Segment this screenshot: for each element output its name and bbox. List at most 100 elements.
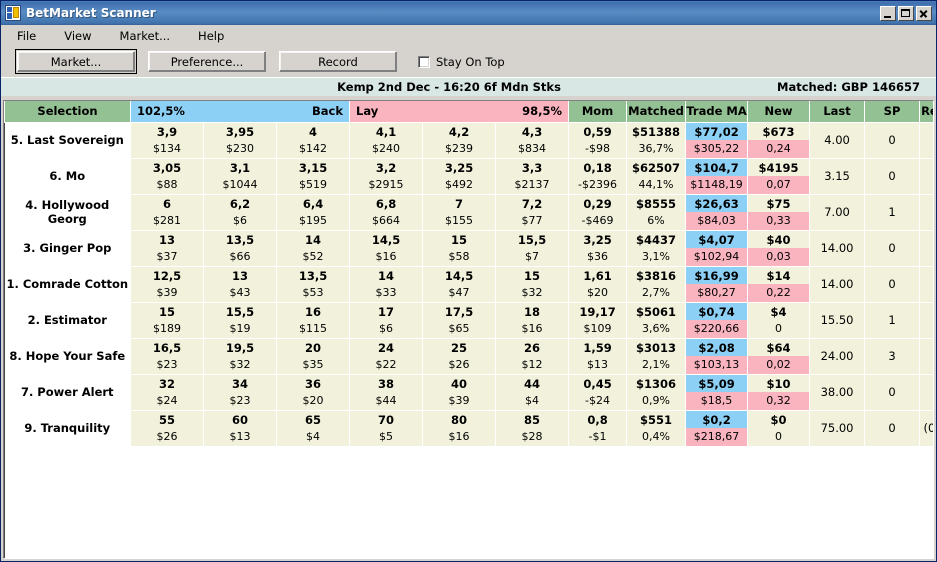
lay-price-cell[interactable]: 4,3 $834: [495, 121, 570, 159]
last-cell[interactable]: 14.00: [809, 229, 866, 267]
lay-price-cell[interactable]: 80 $16: [422, 409, 497, 447]
lay-price-cell[interactable]: 25 $26: [422, 337, 497, 375]
selection-name[interactable]: 5. Last Sovereign: [4, 122, 131, 158]
back-price-cell[interactable]: 13,5 $66: [203, 229, 277, 267]
lay-price-cell[interactable]: 18 $16: [495, 301, 570, 339]
red-fact-cell[interactable]: 3.5%: [919, 373, 933, 411]
header-selection[interactable]: Selection: [4, 101, 131, 123]
mom-cell[interactable]: 0,29 -$469: [568, 193, 628, 231]
lay-price-cell[interactable]: 17,5 $65: [422, 301, 497, 339]
back-price-cell[interactable]: 4 $142: [275, 121, 351, 159]
sp-cell[interactable]: 0: [864, 157, 921, 195]
trade-ma-cell[interactable]: $0,2 $218,67: [685, 409, 749, 447]
header-last[interactable]: Last: [809, 101, 866, 123]
new-cell[interactable]: $40 0,03: [747, 229, 811, 267]
header-matched[interactable]: Matched: [626, 101, 687, 123]
header-back[interactable]: 102,5% Back: [129, 101, 351, 123]
lay-price-cell[interactable]: 15 $58: [422, 229, 497, 267]
lay-price-cell[interactable]: 14,5 $47: [422, 265, 497, 303]
matched-cell[interactable]: $3816 2,7%: [626, 265, 687, 303]
back-price-cell[interactable]: 13 $37: [130, 229, 204, 267]
new-cell[interactable]: $0 0: [747, 409, 811, 447]
red-fact-cell[interactable]: 8.6%: [919, 229, 933, 267]
mom-cell[interactable]: 0,45 -$24: [568, 373, 628, 411]
matched-cell[interactable]: $1306 0,9%: [626, 373, 687, 411]
sp-cell[interactable]: 3: [864, 337, 921, 375]
last-cell[interactable]: 38.00: [809, 373, 866, 411]
red-fact-cell[interactable]: 27.3%: [919, 121, 933, 159]
menu-item-market[interactable]: Market...: [118, 27, 183, 45]
table-row[interactable]: 2. Estimator 15 $189 15,5 $19 16 $115 17 $6 17,5 $…: [4, 301, 933, 339]
sp-cell[interactable]: 1: [864, 301, 921, 339]
last-cell[interactable]: 24.00: [809, 337, 866, 375]
back-price-cell[interactable]: 34 $23: [203, 373, 277, 411]
back-price-cell[interactable]: 6,2 $6: [203, 193, 277, 231]
back-price-cell[interactable]: 60 $13: [203, 409, 277, 447]
matched-cell[interactable]: $8555 6%: [626, 193, 687, 231]
back-price-cell[interactable]: 55 $26: [130, 409, 204, 447]
table-row[interactable]: 1. Comrade Cotton 12,5 $39 13 $43 13,5 $53 14 $3…: [4, 265, 933, 303]
back-price-cell[interactable]: 3,9 $134: [130, 121, 204, 159]
menu-item-view[interactable]: View: [62, 27, 103, 45]
back-price-cell[interactable]: 16,5 $23: [130, 337, 204, 375]
table-row[interactable]: 9. Tranquility 55 $26 60 $13 65 $4 70 $5 80 $16 85 $…: [4, 409, 933, 447]
sp-cell[interactable]: 0: [864, 409, 921, 447]
trade-ma-cell[interactable]: $0,74 $220,66: [685, 301, 749, 339]
selection-name[interactable]: 9. Tranquility: [4, 410, 131, 446]
red-fact-cell[interactable]: 5.0%: [919, 337, 933, 375]
lay-price-cell[interactable]: 85 $28: [495, 409, 570, 447]
new-cell[interactable]: $10 0,32: [747, 373, 811, 411]
last-cell[interactable]: 7.00: [809, 193, 866, 231]
matched-cell[interactable]: $3013 2,1%: [626, 337, 687, 375]
lay-price-cell[interactable]: 70 $5: [349, 409, 424, 447]
lay-price-cell[interactable]: 44 $4: [495, 373, 570, 411]
table-row[interactable]: 5. Last Sovereign 3,9 $134 3,95 $230 4 $142 4,1…: [4, 121, 933, 159]
lay-price-cell[interactable]: 7 $155: [422, 193, 497, 231]
header-sp[interactable]: SP: [864, 101, 921, 123]
trade-ma-cell[interactable]: $77,02 $305,22: [685, 121, 749, 159]
new-cell[interactable]: $75 0,33: [747, 193, 811, 231]
back-price-cell[interactable]: 13,5 $53: [275, 265, 351, 303]
matched-cell[interactable]: $5061 3,6%: [626, 301, 687, 339]
lay-price-cell[interactable]: 15 $32: [495, 265, 570, 303]
lay-price-cell[interactable]: 40 $39: [422, 373, 497, 411]
back-price-cell[interactable]: 14 $52: [275, 229, 351, 267]
mom-cell[interactable]: 1,61 $20: [568, 265, 628, 303]
back-price-cell[interactable]: 6 $281: [130, 193, 204, 231]
lay-price-cell[interactable]: 17 $6: [349, 301, 424, 339]
new-cell[interactable]: $64 0,02: [747, 337, 811, 375]
lay-price-cell[interactable]: 7,2 $77: [495, 193, 570, 231]
back-price-cell[interactable]: 19,5 $32: [203, 337, 277, 375]
back-price-cell[interactable]: 16 $115: [275, 301, 351, 339]
matched-cell[interactable]: $62507 44,1%: [626, 157, 687, 195]
red-fact-cell[interactable]: (0.6%) n/a: [919, 409, 933, 447]
lay-price-cell[interactable]: 3,3 $2137: [495, 157, 570, 195]
trade-ma-cell[interactable]: $4,07 $102,94: [685, 229, 749, 267]
maximize-icon[interactable]: [898, 5, 914, 21]
back-price-cell[interactable]: 3,1 $1044: [203, 157, 277, 195]
table-row[interactable]: 6. Mo 3,05 $88 3,1 $1044 3,15 $519 3,2 $2915 3,25…: [4, 157, 933, 195]
selection-name[interactable]: 7. Power Alert: [4, 374, 131, 410]
lay-price-cell[interactable]: 6,8 $664: [349, 193, 424, 231]
back-price-cell[interactable]: 3,05 $88: [130, 157, 204, 195]
record-button[interactable]: Record: [279, 51, 397, 72]
mom-cell[interactable]: 0,59 -$98: [568, 121, 628, 159]
lay-price-cell[interactable]: 38 $44: [349, 373, 424, 411]
sp-cell[interactable]: 0: [864, 265, 921, 303]
red-fact-cell[interactable]: 6.3%: [919, 301, 933, 339]
sp-cell[interactable]: 1: [864, 193, 921, 231]
sp-cell[interactable]: 0: [864, 121, 921, 159]
matched-cell[interactable]: $4437 3,1%: [626, 229, 687, 267]
mom-cell[interactable]: 0,18 -$2396: [568, 157, 628, 195]
back-price-cell[interactable]: 3,95 $230: [203, 121, 277, 159]
new-cell[interactable]: $4195 0,07: [747, 157, 811, 195]
mom-cell[interactable]: 1,59 $13: [568, 337, 628, 375]
back-price-cell[interactable]: 15,5 $19: [203, 301, 277, 339]
matched-cell[interactable]: $551 0,4%: [626, 409, 687, 447]
lay-price-cell[interactable]: 24 $22: [349, 337, 424, 375]
red-fact-cell[interactable]: 7.7%: [919, 265, 933, 303]
table-row[interactable]: 8. Hope Your Safe 16,5 $23 19,5 $32 20 $35 24 $2…: [4, 337, 933, 375]
new-cell[interactable]: $4 0: [747, 301, 811, 339]
stay-on-top-checkbox[interactable]: Stay On Top: [418, 55, 505, 69]
back-price-cell[interactable]: 36 $20: [275, 373, 351, 411]
